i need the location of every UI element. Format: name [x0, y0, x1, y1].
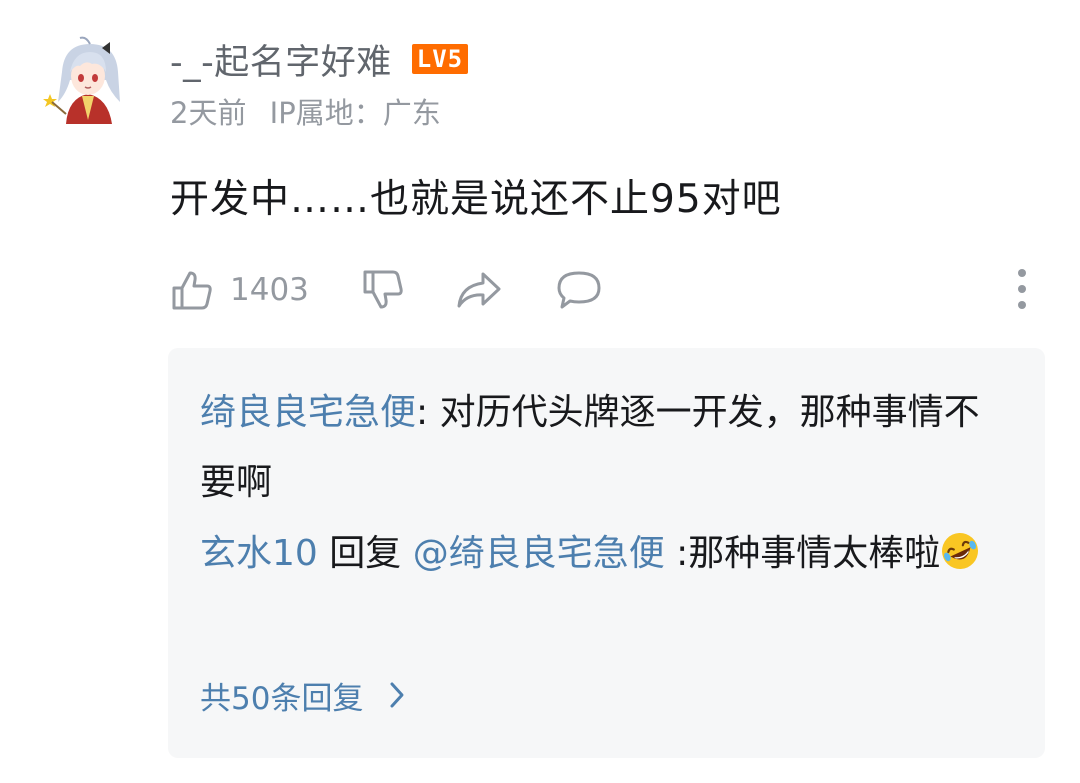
rofl-emoji: [942, 533, 979, 569]
reply-separator: :: [416, 392, 440, 433]
level-badge: LV5: [411, 44, 469, 74]
reply-button[interactable]: [555, 268, 603, 312]
reply-author[interactable]: 玄水10: [200, 533, 318, 574]
more-options-button[interactable]: [1000, 264, 1044, 314]
view-all-replies-link[interactable]: 共50条回复: [200, 673, 405, 717]
comment-actions: 1403: [170, 262, 603, 318]
more-vertical-icon: [1018, 269, 1026, 309]
reply-word: 回复: [317, 533, 413, 574]
reply-text: :那种事情太棒啦: [664, 533, 941, 574]
avatar-image: [42, 34, 134, 126]
comment-time: 2天前: [170, 96, 247, 130]
reply-author[interactable]: 绮良良宅急便: [200, 392, 416, 433]
like-icon: [172, 271, 212, 310]
comment-card: -_-起名字好难 LV5 2天前 IP属地：广东 开发中……也就是说还不止95对…: [0, 0, 1080, 783]
chevron-right-icon: [390, 682, 404, 708]
username-row: -_-起名字好难 LV5: [170, 34, 469, 85]
like-count: 1403: [230, 272, 309, 308]
dislike-icon: [363, 270, 403, 309]
more-replies-label: 共50条回复: [200, 680, 364, 717]
dislike-button[interactable]: [361, 268, 405, 312]
reply-mention[interactable]: @绮良良宅急便: [413, 533, 665, 574]
avatar[interactable]: [40, 32, 136, 128]
comment-meta: 2天前 IP属地：广东: [170, 90, 455, 132]
share-button[interactable]: [455, 268, 503, 312]
reply-icon: [557, 271, 601, 309]
reply-preview-box[interactable]: 绮良良宅急便: 对历代头牌逐一开发，那种事情不要啊 玄水10 回复 @绮良良宅急…: [168, 348, 1045, 758]
ip-location: IP属地：广东: [269, 96, 441, 130]
comment-content: 开发中……也就是说还不止95对吧: [170, 177, 782, 222]
username[interactable]: -_-起名字好难: [170, 34, 392, 85]
reply-item: 绮良良宅急便: 对历代头牌逐一开发，那种事情不要啊: [200, 378, 990, 518]
like-button[interactable]: 1403: [170, 268, 361, 312]
reply-item: 玄水10 回复 @绮良良宅急便 :那种事情太棒啦: [200, 519, 990, 589]
share-icon: [457, 272, 501, 308]
